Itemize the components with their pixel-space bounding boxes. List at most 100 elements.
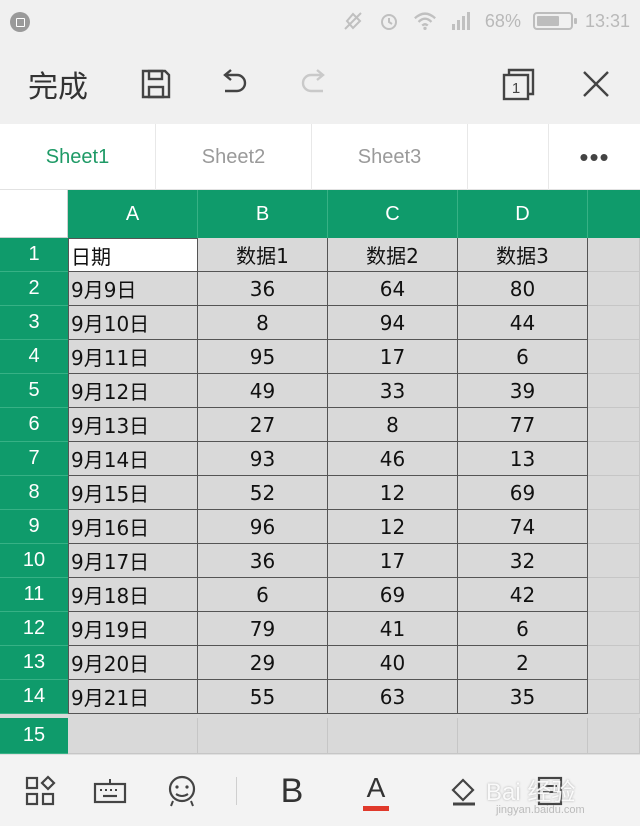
cell-e11[interactable] <box>588 578 640 612</box>
cell-b12[interactable]: 79 <box>198 612 328 646</box>
cell-b7[interactable]: 93 <box>198 442 328 476</box>
cell-c1[interactable]: 数据2 <box>328 238 458 272</box>
cell-b10[interactable]: 36 <box>198 544 328 578</box>
undo-icon[interactable] <box>212 44 256 124</box>
cell-d11[interactable]: 42 <box>458 578 588 612</box>
cell-d9[interactable]: 74 <box>458 510 588 544</box>
apps-icon[interactable] <box>20 755 60 826</box>
row-header-9[interactable]: 9 <box>0 510 68 544</box>
cell-c3[interactable]: 94 <box>328 306 458 340</box>
row-header-13[interactable]: 13 <box>0 646 68 680</box>
fill-color-icon[interactable] <box>444 755 484 826</box>
cell-c8[interactable]: 12 <box>328 476 458 510</box>
cell-c11[interactable]: 69 <box>328 578 458 612</box>
cell-e1[interactable] <box>588 238 640 272</box>
row-header-11[interactable]: 11 <box>0 578 68 612</box>
cell-a11[interactable]: 9月18日 <box>68 578 198 612</box>
cell-b13[interactable]: 29 <box>198 646 328 680</box>
tab-sheet1[interactable]: Sheet1 <box>0 124 156 190</box>
row-header-8[interactable]: 8 <box>0 476 68 510</box>
cell-d5[interactable]: 39 <box>458 374 588 408</box>
keyboard-icon[interactable] <box>90 755 130 826</box>
cell-e6[interactable] <box>588 408 640 442</box>
cell-a14[interactable]: 9月21日 <box>68 680 198 714</box>
column-header-d[interactable]: D <box>458 190 588 238</box>
cell-e2[interactable] <box>588 272 640 306</box>
cell-a2[interactable]: 9月9日 <box>68 272 198 306</box>
cell-c13[interactable]: 40 <box>328 646 458 680</box>
cell-e7[interactable] <box>588 442 640 476</box>
cell-e13[interactable] <box>588 646 640 680</box>
spreadsheet-grid[interactable]: A B C D 1 2 3 4 5 6 7 8 9 10 11 12 13 14 15 日期 数据1 数据2 数据3 9月9日… <box>0 190 640 754</box>
cell-c2[interactable]: 64 <box>328 272 458 306</box>
cell-b1[interactable]: 数据1 <box>198 238 328 272</box>
cell-d14[interactable]: 35 <box>458 680 588 714</box>
cell-a13[interactable]: 9月20日 <box>68 646 198 680</box>
cell-c14[interactable]: 63 <box>328 680 458 714</box>
cell-d4[interactable]: 6 <box>458 340 588 374</box>
cell-c10[interactable]: 17 <box>328 544 458 578</box>
cell-a8[interactable]: 9月15日 <box>68 476 198 510</box>
cell-e9[interactable] <box>588 510 640 544</box>
cell-a12[interactable]: 9月19日 <box>68 612 198 646</box>
cell-b8[interactable]: 52 <box>198 476 328 510</box>
cell-d3[interactable]: 44 <box>458 306 588 340</box>
cell-e5[interactable] <box>588 374 640 408</box>
cell-c6[interactable]: 8 <box>328 408 458 442</box>
row-header-2[interactable]: 2 <box>0 272 68 306</box>
column-header-e[interactable] <box>588 190 640 238</box>
tab-sheet2[interactable]: Sheet2 <box>156 124 312 190</box>
row-header-15[interactable]: 15 <box>0 718 68 754</box>
cell-c15[interactable] <box>328 718 458 754</box>
cell-d8[interactable]: 69 <box>458 476 588 510</box>
column-header-c[interactable]: C <box>328 190 458 238</box>
cell-b11[interactable]: 6 <box>198 578 328 612</box>
row-header-4[interactable]: 4 <box>0 340 68 374</box>
row-header-6[interactable]: 6 <box>0 408 68 442</box>
row-header-5[interactable]: 5 <box>0 374 68 408</box>
save-icon[interactable] <box>134 44 178 124</box>
cell-b2[interactable]: 36 <box>198 272 328 306</box>
cell-c9[interactable]: 12 <box>328 510 458 544</box>
column-header-a[interactable]: A <box>68 190 198 238</box>
cell-c4[interactable]: 17 <box>328 340 458 374</box>
more-button[interactable]: ••• <box>548 124 640 190</box>
column-header-b[interactable]: B <box>198 190 328 238</box>
cell-a6[interactable]: 9月13日 <box>68 408 198 442</box>
cell-a3[interactable]: 9月10日 <box>68 306 198 340</box>
cell-b9[interactable]: 96 <box>198 510 328 544</box>
row-header-14[interactable]: 14 <box>0 680 68 714</box>
cell-e12[interactable] <box>588 612 640 646</box>
cell-b5[interactable]: 49 <box>198 374 328 408</box>
row-header-10[interactable]: 10 <box>0 544 68 578</box>
done-button[interactable]: 完成 <box>28 44 88 124</box>
cell-b3[interactable]: 8 <box>198 306 328 340</box>
cell-e8[interactable] <box>588 476 640 510</box>
cell-a10[interactable]: 9月17日 <box>68 544 198 578</box>
redo-icon[interactable] <box>292 44 336 124</box>
cell-d7[interactable]: 13 <box>458 442 588 476</box>
cell-a4[interactable]: 9月11日 <box>68 340 198 374</box>
cell-a9[interactable]: 9月16日 <box>68 510 198 544</box>
bold-icon[interactable]: B <box>272 755 312 826</box>
select-all-corner[interactable] <box>0 190 68 238</box>
cell-a15[interactable] <box>68 718 198 754</box>
cell-d13[interactable]: 2 <box>458 646 588 680</box>
cell-a5[interactable]: 9月12日 <box>68 374 198 408</box>
cell-e15[interactable] <box>588 718 640 754</box>
cell-b15[interactable] <box>198 718 328 754</box>
cell-d2[interactable]: 80 <box>458 272 588 306</box>
cell-e14[interactable] <box>588 680 640 714</box>
row-header-1[interactable]: 1 <box>0 238 68 272</box>
cell-d1[interactable]: 数据3 <box>458 238 588 272</box>
cell-b14[interactable]: 55 <box>198 680 328 714</box>
row-header-3[interactable]: 3 <box>0 306 68 340</box>
cell-b6[interactable]: 27 <box>198 408 328 442</box>
row-header-12[interactable]: 12 <box>0 612 68 646</box>
row-header-7[interactable]: 7 <box>0 442 68 476</box>
cell-d10[interactable]: 32 <box>458 544 588 578</box>
cell-e4[interactable] <box>588 340 640 374</box>
sheet-switch-icon[interactable]: 1 <box>496 44 540 124</box>
cell-c5[interactable]: 33 <box>328 374 458 408</box>
cell-b4[interactable]: 95 <box>198 340 328 374</box>
